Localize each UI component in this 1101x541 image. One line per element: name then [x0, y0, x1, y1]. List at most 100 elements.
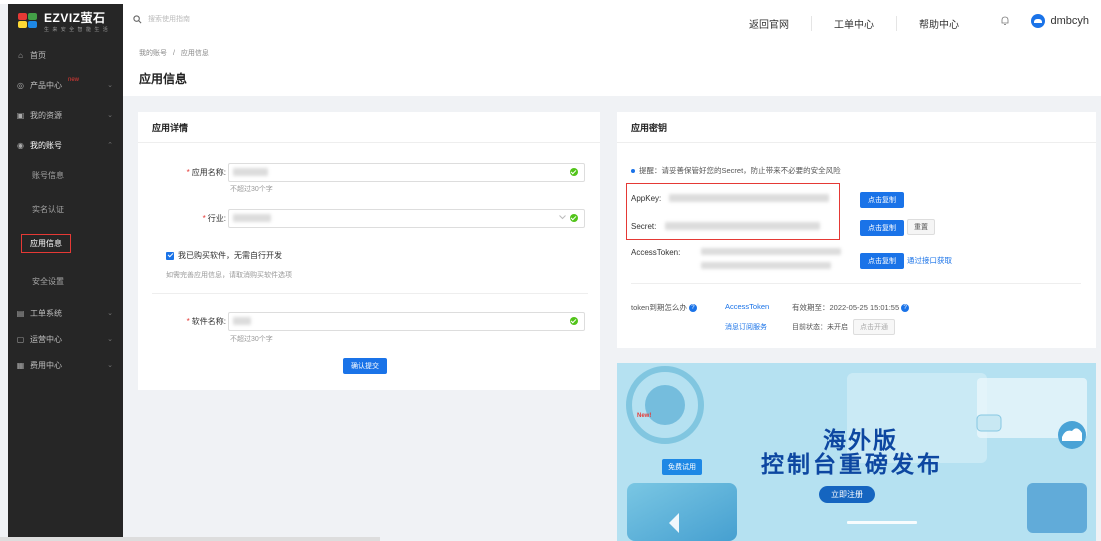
- avatar: [1031, 14, 1046, 28]
- copy-appkey-button[interactable]: 点击复制: [860, 192, 904, 208]
- key-highlight-box: [626, 183, 840, 240]
- user-menu[interactable]: dmbcyh: [1031, 14, 1089, 28]
- token-expire-question: token到期怎么办 ?: [631, 302, 697, 313]
- copy-token-button[interactable]: 点击复制: [860, 253, 904, 269]
- breadcrumb-current: 应用信息: [180, 50, 209, 57]
- bought-software-checkbox[interactable]: 我已购买软件，无需自行开发: [166, 250, 282, 261]
- industry-label: 行业:: [207, 214, 226, 223]
- page-title: 应用信息: [139, 72, 188, 86]
- submit-button[interactable]: 确认提交: [343, 358, 387, 374]
- chevron-down-icon: ⌄: [107, 112, 113, 119]
- ticket-icon: ▤: [16, 308, 25, 318]
- breadcrumb-separator: /: [172, 50, 175, 57]
- secret-label: Secret:: [631, 222, 657, 231]
- api-get-link[interactable]: 通过接口获取: [907, 255, 952, 266]
- divider: [152, 293, 588, 294]
- sidebar-item-label: 工单系统: [30, 308, 62, 318]
- industry-select[interactable]: [228, 209, 585, 228]
- new-tag: New!: [637, 413, 652, 419]
- search-box[interactable]: 搜索使用指南: [133, 14, 190, 24]
- industry-row: * 行业:: [164, 209, 585, 228]
- sidebar-item-label: 费用中心: [30, 360, 62, 370]
- sidebar-subitem-security[interactable]: 安全设置: [8, 264, 123, 298]
- page-header: 我的账号 / 应用信息 应用信息: [123, 40, 1101, 96]
- help-icon[interactable]: ?: [688, 303, 697, 312]
- nav-ticket-center[interactable]: 工单中心: [812, 16, 897, 31]
- horizontal-scrollbar[interactable]: [0, 537, 380, 541]
- register-button[interactable]: 立即注册: [819, 486, 875, 503]
- sidebar-item-label: 运营中心: [30, 334, 62, 344]
- product-icon: ◎: [17, 80, 24, 90]
- banner-line2: 控制台重磅发布: [761, 451, 943, 477]
- sidebar-subitem-account-info[interactable]: 账号信息: [8, 158, 123, 192]
- search-input[interactable]: 搜索使用指南: [148, 14, 190, 24]
- access-token-link[interactable]: AccessToken: [725, 302, 769, 311]
- chevron-down-icon: ⌄: [107, 362, 113, 369]
- software-name-input[interactable]: [228, 312, 585, 331]
- app-keys-title: 应用密钥: [617, 112, 1096, 143]
- sidebar-subitem-realname[interactable]: 实名认证: [8, 192, 123, 226]
- sidebar-item-home[interactable]: ⌂ 首页: [8, 42, 123, 68]
- appkey-value: [669, 194, 829, 202]
- brand-name: EZVIZ萤石: [44, 11, 106, 25]
- app-name-input[interactable]: [228, 163, 585, 182]
- sidebar-item-label: 应用信息: [21, 233, 71, 253]
- breadcrumb: 我的账号 / 应用信息: [139, 48, 209, 58]
- expire-text: 有效期至：2022-05-25 15:01:55: [792, 303, 900, 312]
- breadcrumb-parent[interactable]: 我的账号: [139, 50, 167, 57]
- software-name-row: * 软件名称:: [164, 312, 585, 331]
- billing-icon: ▦: [16, 360, 25, 370]
- sidebar-item-tickets[interactable]: ▤ 工单系统 ⌄: [8, 300, 123, 326]
- brand-logo[interactable]: EZVIZ萤石 生 来 安 全 智 能 生 活: [8, 4, 123, 38]
- new-badge: new: [68, 77, 80, 83]
- search-icon: [133, 14, 142, 23]
- sidebar-item-account[interactable]: ◉ 我的账号 ⌃: [8, 132, 123, 158]
- sidebar-item-resources[interactable]: ▣ 我的资源 ⌄: [8, 102, 123, 128]
- chevron-up-icon: ⌃: [107, 142, 113, 149]
- header-nav: 返回官网 工单中心 帮助中心: [727, 16, 981, 31]
- nav-back-to-site[interactable]: 返回官网: [727, 16, 812, 31]
- sidebar-item-billing[interactable]: ▦ 费用中心 ⌄: [8, 352, 123, 378]
- sidebar-subitem-app-info[interactable]: 应用信息: [8, 226, 123, 260]
- app-detail-card: 应用详情 * 应用名称: 不超过30个字 * 行业: 我已购买软件，无需自行开发 如…: [138, 112, 600, 390]
- chevron-down-icon: [559, 215, 566, 220]
- sidebar-item-label: 首页: [30, 50, 46, 60]
- software-name-hint: 不超过30个字: [230, 336, 273, 343]
- bell-icon[interactable]: [1001, 16, 1009, 26]
- help-icon[interactable]: ?: [901, 303, 910, 312]
- nav-help-center[interactable]: 帮助中心: [897, 16, 981, 31]
- username: dmbcyh: [1050, 15, 1089, 27]
- sidebar-item-operations[interactable]: ▢ 运营中心 ⌄: [8, 326, 123, 352]
- valid-check-icon: [570, 317, 578, 325]
- checkbox-hint: 如需完善应用信息，请取消购买软件选项: [166, 272, 292, 279]
- appkey-label: AppKey:: [631, 194, 662, 203]
- expire-info: 有效期至：2022-05-25 15:01:55 ?: [792, 302, 910, 313]
- copy-secret-button[interactable]: 点击复制: [860, 220, 904, 236]
- app-name-label: 应用名称:: [191, 168, 226, 177]
- free-trial-tag: 免费试用: [662, 459, 702, 475]
- subscription-status: 目前状态：未开启: [792, 324, 848, 331]
- app-name-hint: 不超过30个字: [230, 186, 273, 193]
- app-keys-card: 应用密钥 提醒：请妥善保管好您的Secret，防止带来不必要的安全风险 AppK…: [617, 112, 1096, 348]
- app-detail-title: 应用详情: [138, 112, 600, 143]
- enable-button[interactable]: 点击开通: [853, 319, 895, 335]
- app-name-row: * 应用名称:: [164, 163, 585, 182]
- account-icon: ◉: [17, 140, 24, 150]
- checkbox-checked-icon: [166, 251, 174, 260]
- divider: [631, 283, 1081, 284]
- bullet-icon: [631, 168, 635, 173]
- token-value-line2: [701, 262, 831, 269]
- reset-secret-button[interactable]: 重置: [907, 219, 935, 235]
- notice-text: 提醒：请妥善保管好您的Secret，防止带来不必要的安全风险: [639, 166, 841, 175]
- sidebar-item-products[interactable]: ◎ 产品中心 new ⌄: [8, 72, 123, 98]
- operation-icon: ▢: [16, 334, 25, 344]
- promo-banner[interactable]: 海外版 控制台重磅发布 立即注册 免费试用 New!: [617, 363, 1096, 541]
- security-notice: 提醒：请妥善保管好您的Secret，防止带来不必要的安全风险: [631, 165, 841, 176]
- brand-subtitle: 生 来 安 全 智 能 生 活: [44, 27, 109, 33]
- message-subscription-link[interactable]: 消息订阅服务: [725, 322, 767, 332]
- chevron-down-icon: ⌄: [107, 82, 113, 89]
- chevron-down-icon: ⌄: [107, 336, 113, 343]
- sidebar-item-label: 产品中心: [30, 80, 62, 90]
- top-header: 搜索使用指南 返回官网 工单中心 帮助中心 dmbcyh: [123, 4, 1101, 40]
- chevron-down-icon: ⌄: [107, 310, 113, 317]
